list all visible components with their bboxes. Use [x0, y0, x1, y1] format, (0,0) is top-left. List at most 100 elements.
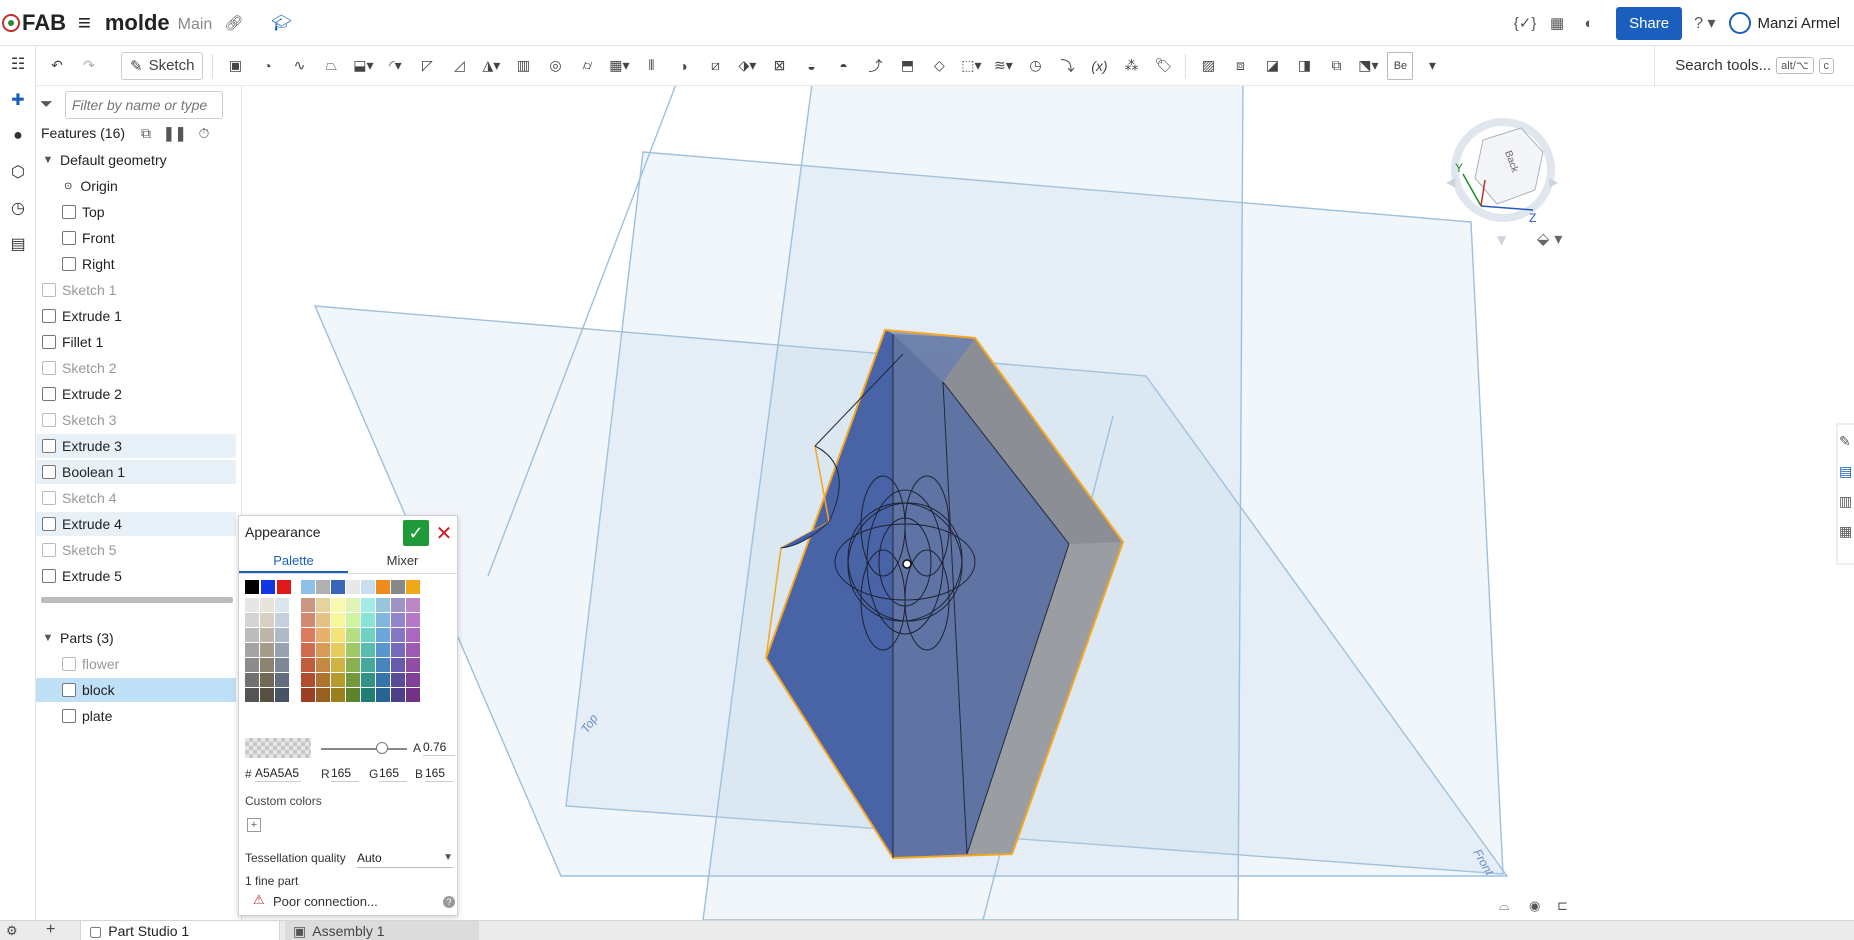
- tree-item-origin[interactable]: ⊙ Origin: [36, 174, 236, 198]
- tab-part-studio[interactable]: ▢ Part Studio 1: [80, 921, 280, 940]
- color-swatch[interactable]: [245, 643, 259, 657]
- chevron-down-icon[interactable]: ▾: [1419, 52, 1445, 80]
- color-swatch[interactable]: [406, 658, 420, 672]
- feature-item[interactable]: Sketch 2: [36, 356, 236, 380]
- feature-item[interactable]: Fillet 1: [36, 330, 236, 354]
- color-swatch[interactable]: [376, 643, 390, 657]
- color-swatch[interactable]: [391, 628, 405, 642]
- color-swatch[interactable]: [316, 598, 330, 612]
- color-swatch[interactable]: [376, 613, 390, 627]
- add-folder-icon[interactable]: ⧉: [141, 125, 151, 142]
- render-studio-icon[interactable]: ◐: [1578, 12, 1600, 34]
- redo-icon[interactable]: ↷: [76, 52, 102, 80]
- color-swatch[interactable]: [260, 598, 274, 612]
- color-swatch[interactable]: [391, 580, 405, 594]
- color-swatch[interactable]: [361, 673, 375, 687]
- delete-face-icon[interactable]: ◓: [830, 52, 856, 80]
- color-swatch[interactable]: [331, 613, 345, 627]
- move-face-icon[interactable]: ⤴: [862, 52, 888, 80]
- view-options-icon[interactable]: ⬙ ▾: [1537, 229, 1562, 248]
- color-swatch[interactable]: [316, 673, 330, 687]
- color-swatch[interactable]: [361, 628, 375, 642]
- filter-input[interactable]: [64, 91, 223, 119]
- fillet-icon[interactable]: ◜▾: [382, 52, 408, 80]
- thicken-icon[interactable]: ⬓▾: [350, 52, 376, 80]
- app-logo[interactable]: FAB: [2, 10, 66, 36]
- color-swatch[interactable]: [361, 643, 375, 657]
- color-swatch[interactable]: [277, 580, 291, 594]
- tree-item-right-plane[interactable]: Right: [36, 252, 236, 276]
- loft-icon[interactable]: ⏢: [318, 52, 344, 80]
- color-swatch[interactable]: [275, 688, 289, 702]
- color-swatch[interactable]: [301, 673, 315, 687]
- history-icon[interactable]: ◷: [0, 190, 36, 226]
- color-swatch[interactable]: [361, 580, 375, 594]
- color-swatch[interactable]: [301, 643, 315, 657]
- sweep-icon[interactable]: ∿: [286, 52, 312, 80]
- app-store-icon[interactable]: ▦: [1546, 12, 1568, 34]
- color-swatch[interactable]: [260, 643, 274, 657]
- view-select[interactable]: Be: [1387, 51, 1414, 80]
- feature-item[interactable]: Extrude 2: [36, 382, 236, 406]
- color-swatch[interactable]: [331, 580, 345, 594]
- color-swatch[interactable]: [245, 673, 259, 687]
- search-tools[interactable]: Search tools... alt/⌥ c: [1654, 45, 1834, 86]
- delete-part-icon[interactable]: ⊠: [766, 52, 792, 80]
- feature-item[interactable]: Sketch 3: [36, 408, 236, 432]
- user-menu[interactable]: Manzi Armel: [1729, 12, 1840, 34]
- color-swatch[interactable]: [406, 688, 420, 702]
- color-swatch[interactable]: [361, 613, 375, 627]
- feature-item[interactable]: Extrude 5: [36, 564, 236, 588]
- color-swatch[interactable]: [391, 643, 405, 657]
- flange-icon[interactable]: ◨: [1291, 52, 1317, 80]
- add-tab-icon[interactable]: +: [46, 921, 55, 939]
- part-item[interactable]: plate: [36, 704, 236, 728]
- filter-icon[interactable]: ⏷: [40, 96, 53, 114]
- add-custom-color-icon[interactable]: +: [247, 818, 261, 832]
- chevron-down-icon[interactable]: ▼: [42, 632, 54, 644]
- document-title[interactable]: molde: [105, 10, 170, 36]
- alpha-slider-track[interactable]: [321, 748, 407, 750]
- mass-icon[interactable]: ◉: [1529, 899, 1540, 914]
- section-icon[interactable]: ⊏: [1557, 899, 1568, 914]
- connection-status[interactable]: Poor connection...: [273, 894, 378, 909]
- r-input[interactable]: 165: [331, 766, 359, 782]
- color-swatch[interactable]: [361, 658, 375, 672]
- sketch-button[interactable]: ✎ Sketch: [121, 51, 204, 80]
- feature-item[interactable]: Boolean 1: [36, 460, 236, 484]
- color-swatch[interactable]: [346, 673, 360, 687]
- color-swatch[interactable]: [245, 613, 259, 627]
- parts-icon[interactable]: ⬡: [0, 154, 36, 190]
- color-swatch[interactable]: [361, 598, 375, 612]
- measure-icon[interactable]: ⌓: [1499, 899, 1509, 914]
- color-swatch[interactable]: [331, 643, 345, 657]
- color-swatch[interactable]: [406, 628, 420, 642]
- tag-icon[interactable]: 🏷︎: [1150, 52, 1176, 80]
- color-swatch[interactable]: [260, 673, 274, 687]
- part-item[interactable]: block: [36, 678, 236, 702]
- color-swatch[interactable]: [346, 658, 360, 672]
- color-swatch[interactable]: [316, 613, 330, 627]
- tree-item-top-plane[interactable]: Top: [36, 200, 236, 224]
- color-swatch[interactable]: [301, 688, 315, 702]
- feature-item[interactable]: Sketch 1: [36, 278, 236, 302]
- color-swatch[interactable]: [245, 658, 259, 672]
- color-swatch[interactable]: [275, 628, 289, 642]
- alpha-slider-handle[interactable]: [376, 742, 388, 754]
- color-swatch[interactable]: [376, 598, 390, 612]
- color-swatch[interactable]: [376, 658, 390, 672]
- color-swatch[interactable]: [260, 688, 274, 702]
- color-swatch[interactable]: [301, 580, 315, 594]
- color-swatch[interactable]: [316, 688, 330, 702]
- comments-icon[interactable]: ●: [0, 118, 36, 154]
- tab-assembly[interactable]: ▣ Assembly 1: [285, 921, 479, 940]
- split-icon[interactable]: ⧄: [702, 52, 728, 80]
- tessellation-select[interactable]: Auto ▼: [357, 848, 453, 868]
- close-icon[interactable]: ✕: [433, 520, 455, 546]
- draft-icon[interactable]: ◿: [446, 52, 472, 80]
- color-swatch[interactable]: [376, 673, 390, 687]
- mate-connector-icon[interactable]: ⬚▾: [958, 52, 984, 80]
- frame-icon[interactable]: ⧈: [1227, 52, 1253, 80]
- color-swatch[interactable]: [275, 613, 289, 627]
- color-swatch[interactable]: [260, 658, 274, 672]
